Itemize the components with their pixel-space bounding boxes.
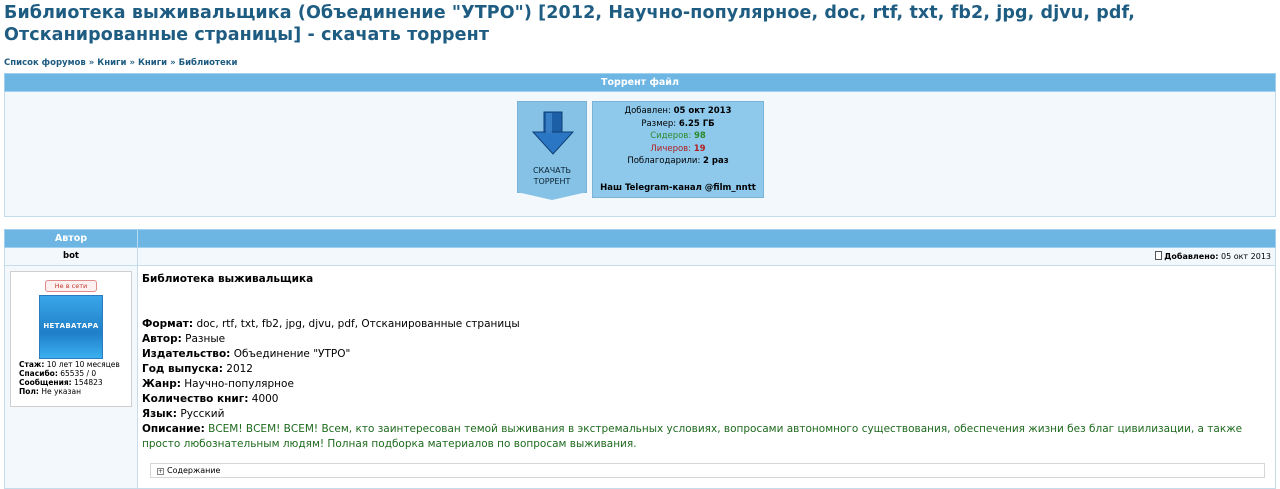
stat-gender: Пол: Не указан bbox=[19, 387, 82, 396]
size-value: 6.25 ГБ bbox=[678, 118, 715, 129]
torrent-info-box: Добавлен: 05 окт 2013 Размер: 6.25 ГБ Си… bbox=[592, 101, 764, 198]
torrent-file-header: Торрент файл bbox=[4, 73, 1276, 92]
message-column-header bbox=[138, 230, 1275, 247]
thanks-label: Поблагодарили: bbox=[627, 156, 701, 166]
seeders-row: Сидеров: 98 bbox=[593, 130, 763, 143]
added-label: Добавлен: bbox=[624, 106, 671, 116]
leechers-value: 19 bbox=[693, 143, 706, 154]
field-description: Описание: ВСЕМ! ВСЕМ! ВСЕМ! Всем, кто за… bbox=[142, 423, 1243, 450]
breadcrumb-separator: » bbox=[88, 58, 95, 68]
field-format: Формат: doc, rtf, txt, fb2, jpg, djvu, p… bbox=[142, 318, 520, 330]
torrent-file-panel: СКАЧАТЬ ТОРРЕНТ Добавлен: 05 окт 2013 Ра… bbox=[4, 92, 1276, 217]
post-header-bar: Автор bbox=[4, 229, 1276, 248]
post-subheader: bot Добавлено: 05 окт 2013 bbox=[4, 248, 1276, 266]
field-year: Год выпуска: 2012 bbox=[142, 363, 253, 375]
added-value: 05 окт 2013 bbox=[673, 106, 732, 116]
post-body: Библиотека выживальщика Формат: doc, rtf… bbox=[138, 266, 1275, 488]
field-genre: Жанр: Научно-популярное bbox=[142, 378, 294, 390]
offline-status-badge: Не в сети bbox=[45, 280, 97, 292]
author-stats: Стаж: 10 лет 10 месяцев Спасибо: 65535 /… bbox=[19, 360, 120, 396]
leechers-row: Личеров: 19 bbox=[593, 143, 763, 156]
post-added-value: 05 окт 2013 bbox=[1220, 252, 1271, 261]
download-arrow-icon bbox=[531, 111, 575, 155]
post-added-date: Добавлено: 05 окт 2013 bbox=[138, 248, 1275, 265]
breadcrumb-forums-link[interactable]: Список форумов bbox=[4, 58, 86, 68]
size-row: Размер: 6.25 ГБ bbox=[593, 118, 763, 131]
breadcrumb-books-sub-link[interactable]: Книги bbox=[138, 58, 167, 68]
avatar: НЕТАВАТАРА bbox=[39, 295, 103, 359]
added-row: Добавлен: 05 окт 2013 bbox=[593, 105, 763, 118]
telegram-channel-text[interactable]: Наш Telegram-канал @film_nntt bbox=[593, 183, 763, 193]
stat-messages: Сообщения: 154823 bbox=[19, 378, 103, 387]
seeders-value: 98 bbox=[693, 131, 706, 141]
field-language: Язык: Русский bbox=[142, 408, 225, 420]
stat-stazh: Стаж: 10 лет 10 месяцев bbox=[19, 360, 120, 369]
breadcrumb-separator: » bbox=[170, 58, 176, 68]
seeders-label: Сидеров: bbox=[650, 131, 692, 141]
page-title: Библиотека выживальщика (Объединение "УТ… bbox=[4, 3, 1136, 45]
author-nickname[interactable]: bot bbox=[5, 248, 138, 265]
breadcrumb-books-link[interactable]: Книги bbox=[97, 58, 126, 68]
contents-spoiler[interactable]: + Содержание bbox=[150, 463, 1265, 478]
download-torrent-button[interactable]: СКАЧАТЬ ТОРРЕНТ bbox=[517, 101, 587, 193]
post-link-icon[interactable] bbox=[1155, 251, 1163, 260]
post-added-label: Добавлено: bbox=[1164, 252, 1219, 261]
download-label-line2: ТОРРЕНТ bbox=[533, 177, 571, 186]
stat-spasibo: Спасибо: 65535 / 0 bbox=[19, 369, 97, 378]
spoiler-label: Содержание bbox=[167, 466, 221, 475]
field-author: Автор: Разные bbox=[142, 333, 226, 345]
author-cell: Не в сети НЕТАВАТАРА Стаж: 10 лет 10 мес… bbox=[5, 266, 138, 488]
field-publisher: Издательство: Объединение "УТРО" bbox=[142, 348, 351, 360]
leechers-label: Личеров: bbox=[650, 143, 692, 154]
breadcrumb-libraries-link[interactable]: Библиотеки bbox=[179, 58, 238, 68]
post-title: Библиотека выживальщика bbox=[142, 273, 314, 285]
size-label: Размер: bbox=[641, 118, 677, 129]
thanks-value: 2 раз bbox=[703, 156, 729, 166]
download-label-line1: СКАЧАТЬ bbox=[532, 166, 572, 175]
download-button-tail bbox=[517, 192, 587, 200]
author-column-header: Автор bbox=[5, 230, 138, 247]
avatar-placeholder-text: НЕТАВАТАРА bbox=[43, 322, 99, 330]
breadcrumb: Список форумов» Книги» Книги» Библиотеки bbox=[0, 46, 1280, 70]
post-row: Не в сети НЕТАВАТАРА Стаж: 10 лет 10 мес… bbox=[4, 266, 1276, 489]
thanks-row: Поблагодарили: 2 раз bbox=[593, 155, 763, 168]
breadcrumb-separator: » bbox=[129, 58, 135, 68]
author-profile-card: Не в сети НЕТАВАТАРА Стаж: 10 лет 10 мес… bbox=[10, 271, 132, 407]
expand-plus-icon[interactable]: + bbox=[157, 468, 164, 475]
field-book-count: Количество книг: 4000 bbox=[142, 393, 279, 405]
